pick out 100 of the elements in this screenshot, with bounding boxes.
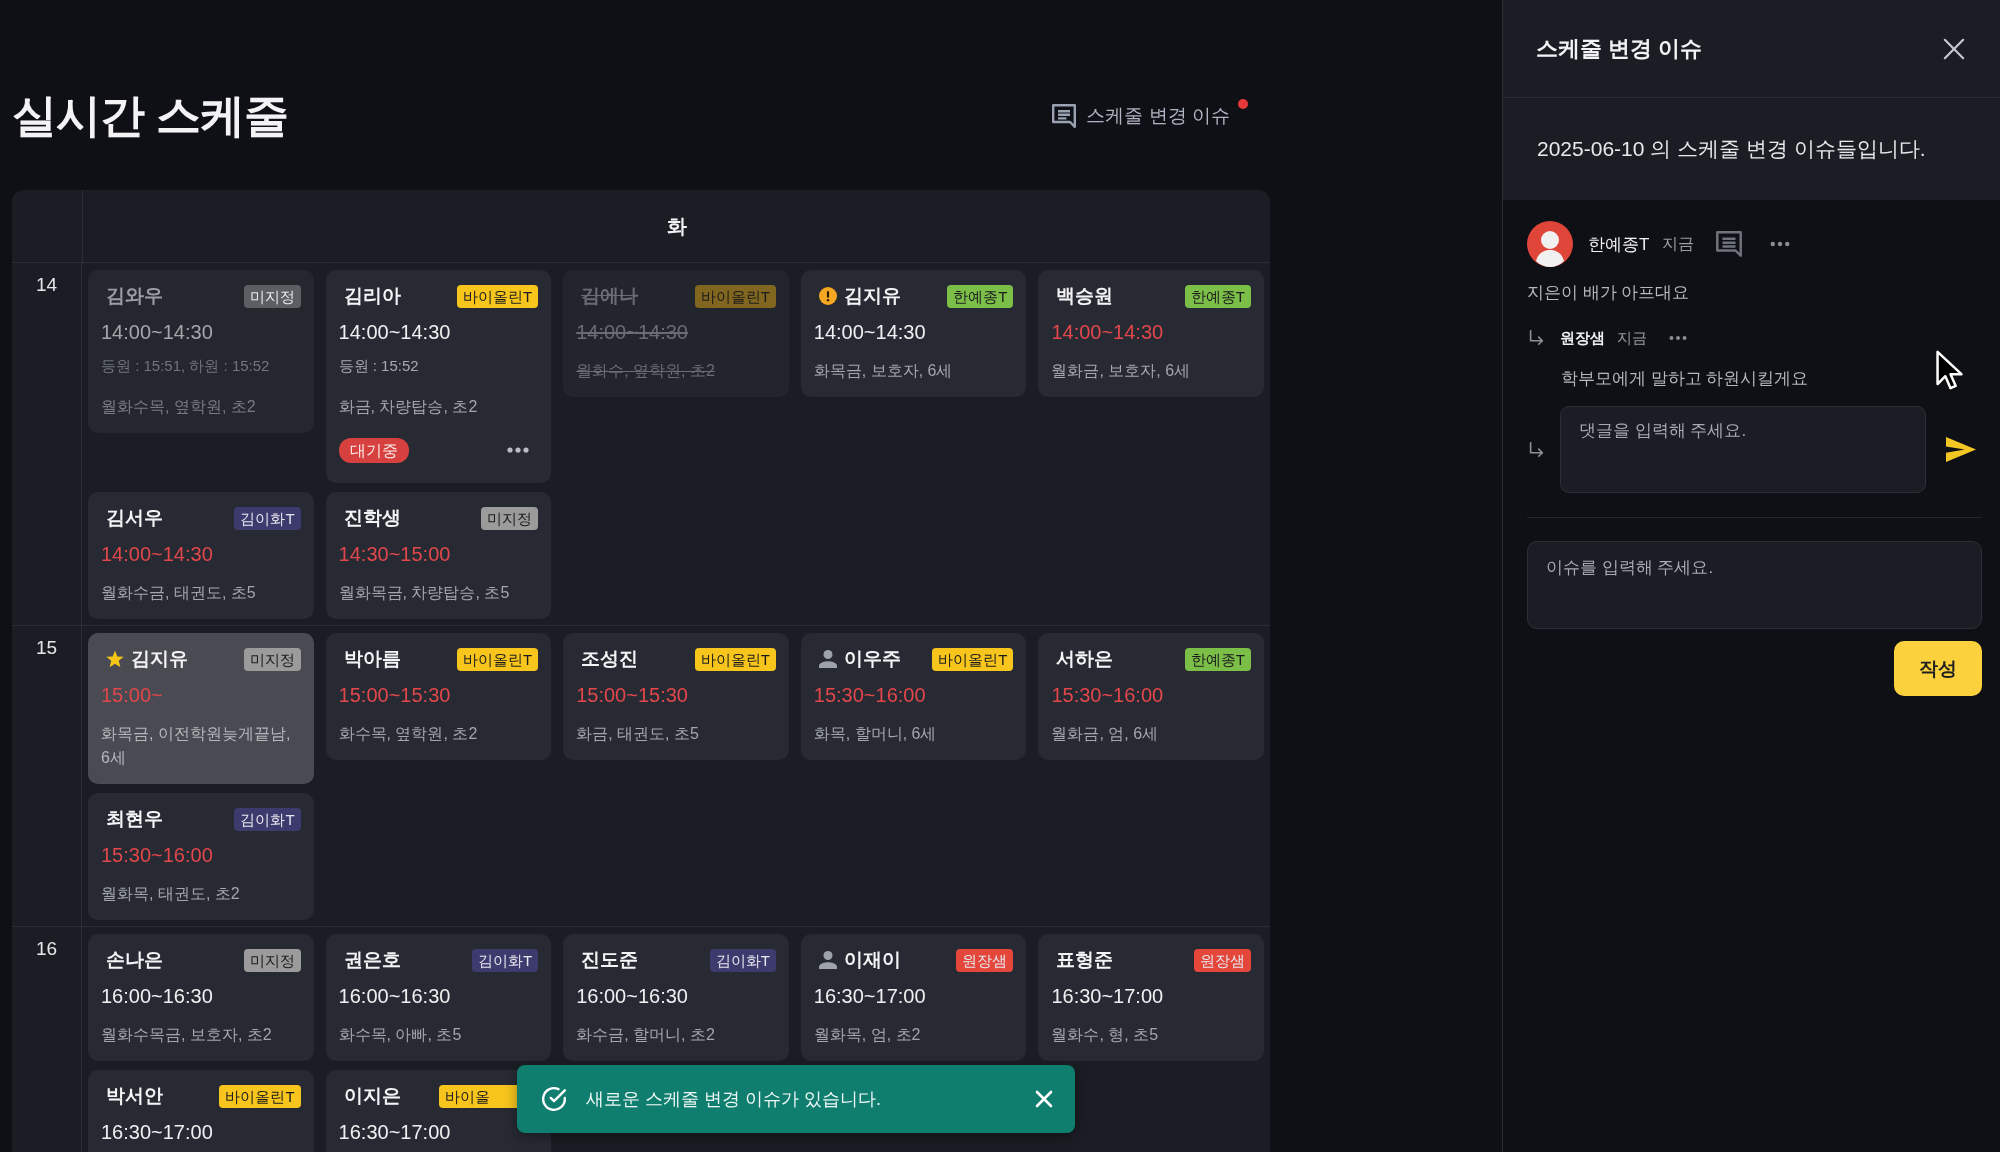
class-time: 16:30~17:00: [1051, 984, 1165, 1009]
more-icon[interactable]: [1669, 335, 1687, 341]
schedule-card[interactable]: 박서안 바이올린T 16:30~17:00: [88, 1070, 314, 1152]
mouse-pointer-icon: [1936, 350, 1963, 390]
student-info: 월화금, 엄, 6세: [1051, 724, 1160, 744]
schedule-card[interactable]: 김지유 한예종T 14:00~14:30 화목금, 보호자, 6세: [800, 270, 1027, 397]
class-time: 16:00~16:30: [338, 984, 452, 1009]
teacher-tag: 미지정: [243, 284, 301, 308]
student-name: 조성진: [581, 647, 639, 671]
teacher-tag: 김이화T: [234, 807, 301, 831]
schedule-card[interactable]: 김서우 김이화T 14:00~14:30 월화수금, 태권도, 초5: [88, 492, 314, 619]
student-name: 김지유: [131, 647, 188, 671]
schedule-card[interactable]: 백승원 한예종T 14:00~14:30 월화금, 보호자, 6세: [1038, 270, 1264, 397]
comment-text: 지은이 배가 아프대요: [1527, 282, 1690, 304]
attendance-times: 등원 : 15:51, 하원 : 15:52: [101, 356, 271, 376]
student-info: 화수목, 아빠, 초5: [338, 1025, 463, 1045]
teacher-tag: 미지정: [243, 948, 301, 972]
student-info: 화목, 할머니, 6세: [813, 724, 938, 744]
student-info: 월화수, 옆학원, 초2: [576, 361, 716, 381]
hour-label: 15: [35, 636, 58, 660]
schedule-card[interactable]: 이우주 바이올린T 15:30~16:00 화목, 할머니, 6세: [800, 633, 1027, 760]
student-info: 월화수목, 옆학원, 초2: [101, 397, 257, 417]
class-time: 14:00~14:30: [1051, 320, 1165, 345]
teacher-tag: 바이올린T: [694, 284, 776, 308]
schedule-card[interactable]: 진학생 미지정 14:30~15:00 월화목금, 차량탑승, 초5: [325, 492, 552, 619]
status-badge: 대기중: [338, 437, 409, 463]
student-name: 표형준: [1056, 948, 1114, 972]
student-info: 월화목, 태권도, 초2: [101, 884, 241, 904]
reply-arrow-icon: [1527, 440, 1545, 459]
star-icon: [106, 650, 124, 668]
close-icon[interactable]: [1943, 37, 1965, 60]
teacher-tag: 원장샘: [1194, 948, 1251, 972]
schedule-card[interactable]: 김지유 미지정 15:00~ 화목금, 이전학원늦게끝남, 6세: [88, 633, 314, 784]
student-info: 월화수금, 태권도, 초5: [101, 583, 257, 603]
class-time: 14:30~15:00: [338, 542, 452, 567]
student-info: 화목금, 이전학원늦게끝남, 6세: [101, 724, 292, 768]
teacher-tag: 한예종T: [1184, 284, 1251, 308]
schedule-card[interactable]: 이재이 원장샘 16:30~17:00 월화목, 엄, 초2: [800, 934, 1027, 1061]
teacher-tag: 바이올린T: [457, 647, 539, 671]
chat-icon[interactable]: [1716, 231, 1743, 257]
schedule-card[interactable]: 김와우 미지정 14:00~14:30 등원 : 15:51, 하원 : 15:52 월화수목, 옆학원, 초2: [88, 270, 314, 433]
class-time: 16:30~17:00: [101, 1120, 214, 1145]
student-info: 월화목, 엄, 초2: [813, 1025, 922, 1045]
day-header: 화: [666, 213, 687, 239]
student-name: 손나은: [106, 948, 163, 972]
teacher-tag: 바이올린T: [932, 647, 1014, 671]
student-info: 월화수목금, 보호자, 초2: [101, 1025, 273, 1045]
class-time: 14:00~14:30: [576, 320, 689, 345]
teacher-tag: 바이올린T: [457, 284, 539, 308]
student-name: 진학생: [343, 506, 401, 530]
schedule-card[interactable]: 표형준 원장샘 16:30~17:00 월화수, 형, 초5: [1038, 934, 1264, 1061]
student-name: 권은호: [343, 948, 401, 972]
class-time: 16:00~16:30: [101, 984, 214, 1009]
student-name: 박서안: [106, 1084, 163, 1108]
schedule-card[interactable]: 서하은 한예종T 15:30~16:00 월화금, 엄, 6세: [1038, 633, 1264, 760]
schedule-card[interactable]: 김리아 바이올린T 14:00~14:30 등원 : 15:52 화금, 차량탑승, 초2 대기중: [325, 270, 552, 483]
student-info: 월화수, 형, 초5: [1051, 1025, 1160, 1045]
teacher-tag: 김이화T: [709, 948, 776, 972]
attendance-times: 등원 : 15:52: [338, 356, 420, 376]
schedule-card[interactable]: 손나은 미지정 16:00~16:30 월화수목금, 보호자, 초2: [88, 934, 314, 1061]
class-time: 15:30~16:00: [1051, 683, 1165, 708]
student-name: 서하은: [1056, 647, 1114, 671]
class-time: 15:30~16:00: [813, 683, 927, 708]
schedule-card[interactable]: 박아름 바이올린T 15:00~15:30 화수목, 옆학원, 초2: [325, 633, 552, 760]
person-icon: [818, 650, 837, 668]
student-info: 화금, 태권도, 초5: [576, 724, 700, 744]
teacher-tag: 김이화T: [234, 506, 301, 530]
reply-arrow-icon: [1527, 329, 1545, 347]
student-name: 이우주: [843, 647, 901, 671]
teacher-tag: 바이올린T: [694, 647, 776, 671]
class-time: 15:00~: [101, 683, 164, 708]
student-name: 김에나: [581, 284, 639, 308]
submit-button[interactable]: 작성: [1894, 641, 1982, 696]
class-time: 16:30~17:00: [813, 984, 927, 1009]
class-time: 16:30~17:00: [338, 1120, 452, 1145]
student-info: 월화목금, 차량탑승, 초5: [338, 583, 511, 603]
class-time: 14:00~14:30: [813, 320, 927, 345]
student-info: 월화금, 보호자, 6세: [1051, 361, 1192, 381]
hour-label: 14: [35, 273, 58, 297]
schedule-issues-button[interactable]: 스케줄 변경 이슈: [1052, 99, 1248, 133]
person-icon: [818, 951, 837, 969]
schedule-card[interactable]: 진도준 김이화T 16:00~16:30 화수금, 할머니, 초2: [563, 934, 789, 1061]
student-name: 김서우: [106, 506, 163, 530]
class-time: 14:00~14:30: [338, 320, 452, 345]
reply-time: 지금: [1617, 328, 1647, 348]
reply-author: 원장샘: [1560, 328, 1605, 348]
more-icon[interactable]: [507, 447, 530, 453]
issue-input[interactable]: 이슈를 입력해 주세요.: [1527, 541, 1982, 629]
student-info: 화금, 차량탑승, 초2: [338, 397, 479, 417]
more-icon[interactable]: [1770, 241, 1791, 247]
class-time: 15:30~16:00: [101, 843, 214, 868]
schedule-card[interactable]: 조성진 바이올린T 15:00~15:30 화금, 태권도, 초5: [563, 633, 789, 760]
send-icon[interactable]: [1946, 437, 1976, 462]
student-name: 진도준: [581, 948, 639, 972]
teacher-tag: 미지정: [243, 647, 301, 671]
schedule-card[interactable]: 권은호 김이화T 16:00~16:30 화수목, 아빠, 초5: [325, 934, 552, 1061]
chat-icon: [1052, 104, 1077, 128]
teacher-tag: 미지정: [481, 506, 539, 530]
reply-input[interactable]: 댓글을 입력해 주세요.: [1560, 406, 1926, 493]
schedule-card[interactable]: 최현우 김이화T 15:30~16:00 월화목, 태권도, 초2: [88, 793, 314, 920]
